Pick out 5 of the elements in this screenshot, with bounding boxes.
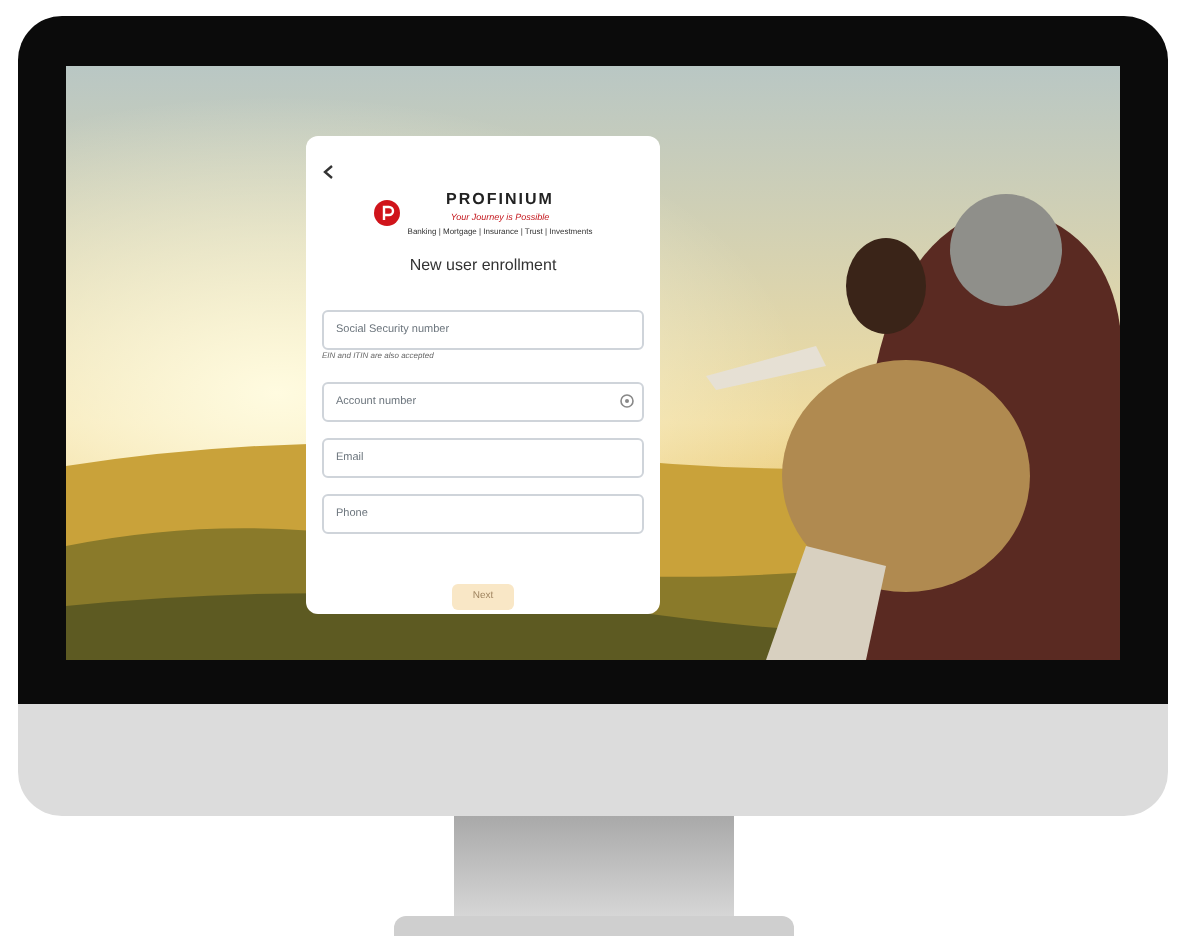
info-icon[interactable] — [620, 393, 634, 408]
logo-name: PROFINIUM — [446, 188, 554, 212]
back-icon[interactable] — [322, 163, 334, 180]
logo-icon — [373, 199, 400, 226]
page-title: New user enrollment — [407, 253, 559, 278]
